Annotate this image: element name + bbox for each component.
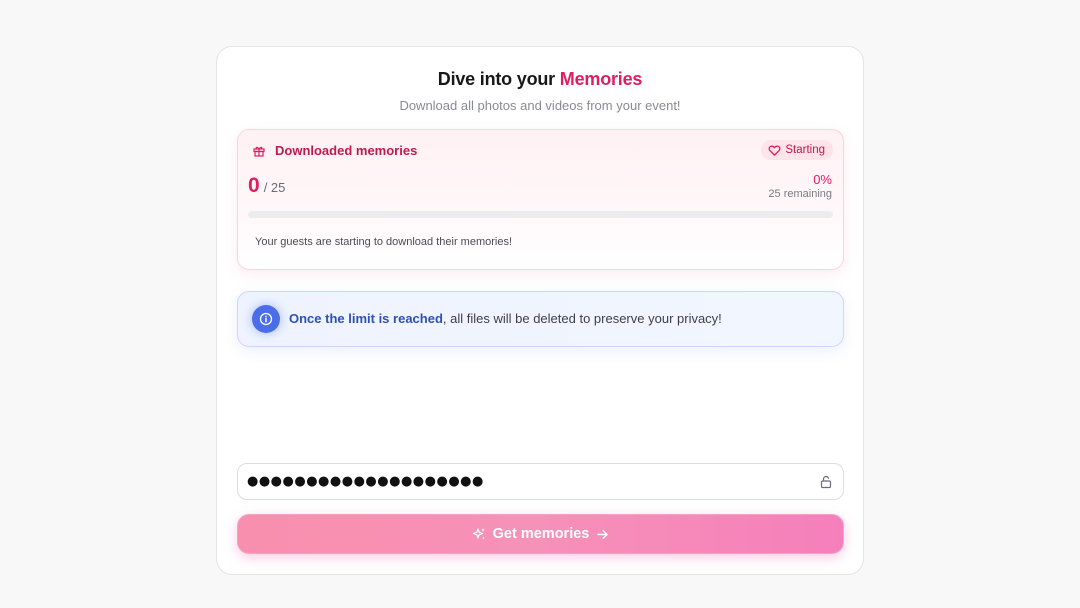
heart-icon <box>768 144 781 156</box>
progress-message: Your guests are starting to download the… <box>255 236 513 248</box>
get-memories-label: Get memories <box>492 526 590 542</box>
download-count: 0 / 25 <box>248 174 285 198</box>
status-badge: Starting <box>761 140 833 160</box>
privacy-notice: Once the limit is reached, all files wil… <box>237 291 844 347</box>
get-memories-button[interactable]: Get memories <box>237 514 844 554</box>
sparkles-icon <box>472 528 485 540</box>
privacy-notice-text: Once the limit is reached, all files wil… <box>289 311 722 326</box>
arrow-right-icon <box>597 529 609 539</box>
lock-icon[interactable] <box>819 475 833 489</box>
password-input[interactable]: ●●●●●●●●●●●●●●●●●●●● <box>247 464 807 499</box>
privacy-notice-rest: , all files will be deleted to preserve … <box>442 311 722 326</box>
title-prefix: Dive into your <box>437 69 555 89</box>
page-title: Dive into your Memories <box>217 69 863 90</box>
info-icon <box>252 305 280 333</box>
progress-percent: 0% <box>813 172 832 187</box>
count-current: 0 <box>248 174 260 197</box>
password-field[interactable]: ●●●●●●●●●●●●●●●●●●●● <box>237 463 844 500</box>
progress-label: Downloaded memories <box>275 143 418 158</box>
page-subtitle: Download all photos and videos from your… <box>399 98 681 113</box>
privacy-notice-emphasis: Once the limit is reached <box>289 311 443 326</box>
status-text: Starting <box>785 144 825 156</box>
title-accent: Memories <box>559 69 643 89</box>
progress-bar <box>248 211 833 218</box>
count-total: / 25 <box>263 180 286 195</box>
remaining-count: 25 remaining <box>768 188 832 200</box>
memories-card: Dive into your Memories Download all pho… <box>216 46 864 575</box>
gift-icon <box>253 146 265 157</box>
download-progress-panel: Downloaded memories Starting 0 / 25 0% 2… <box>237 129 844 270</box>
